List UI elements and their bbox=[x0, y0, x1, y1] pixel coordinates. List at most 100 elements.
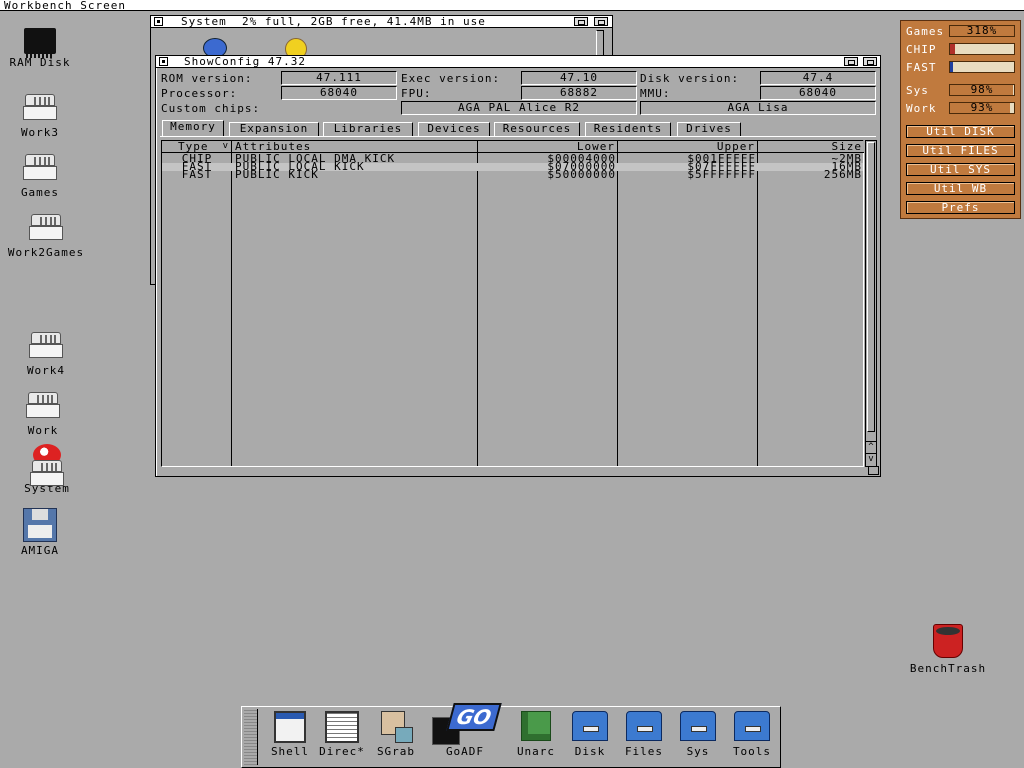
directory-icon bbox=[325, 711, 359, 743]
dock-item-sgrab[interactable]: SGrab bbox=[370, 711, 422, 758]
screen-title-bar: Workbench Screen bbox=[0, 0, 1024, 12]
desktop-icon-benchtrash[interactable]: BenchTrash bbox=[908, 624, 988, 675]
close-icon[interactable] bbox=[154, 17, 163, 26]
dock-item-label: Shell bbox=[270, 745, 310, 758]
exec-version-value: 47.10 bbox=[521, 71, 637, 85]
desktop-icon-label: Work bbox=[27, 424, 59, 437]
processor-value: 68040 bbox=[281, 86, 397, 100]
scroll-down-icon[interactable]: v bbox=[866, 453, 876, 464]
desktop-icon-system[interactable]: System bbox=[7, 444, 87, 495]
tab-drives[interactable]: Drives bbox=[677, 122, 741, 136]
depth-icon[interactable] bbox=[594, 17, 608, 26]
cell-attributes: PUBLIC KICK bbox=[235, 168, 319, 181]
table-row[interactable]: FAST PUBLIC KICK $50000000 $5FFFFFFF 256… bbox=[162, 168, 863, 181]
column-divider bbox=[757, 153, 758, 466]
gauge-games: 318% bbox=[949, 25, 1015, 37]
gauge-chip bbox=[949, 43, 1015, 55]
scrollbar-knob[interactable] bbox=[867, 142, 875, 432]
drawer-icon bbox=[734, 711, 770, 741]
desktop-icon-ram-disk[interactable]: RAM Disk bbox=[0, 28, 80, 69]
util-sys-button[interactable]: Util SYS bbox=[906, 163, 1015, 176]
column-divider bbox=[231, 153, 232, 466]
goadf-icon: GO bbox=[430, 703, 502, 745]
dock-item-sys[interactable]: Sys bbox=[672, 711, 724, 758]
dock-item-label: GoADF bbox=[445, 745, 485, 758]
harddisk-icon bbox=[29, 332, 63, 362]
shell-icon bbox=[274, 711, 306, 743]
cell-size: 256MB bbox=[823, 168, 862, 181]
custom-chips-label: Custom chips: bbox=[161, 102, 261, 115]
dock-item-unarc[interactable]: Unarc bbox=[510, 711, 562, 758]
dock-item-label: Sys bbox=[686, 745, 710, 758]
showconfig-titlebar[interactable]: ShowConfig 47.32 bbox=[156, 55, 880, 68]
desktop-icon-label: BenchTrash bbox=[909, 662, 987, 675]
tab-divider bbox=[160, 136, 876, 137]
rom-version-label: ROM version: bbox=[161, 72, 253, 85]
harddisk-icon bbox=[29, 214, 63, 244]
scroll-up-icon[interactable]: ^ bbox=[866, 441, 876, 452]
harddisk-icon bbox=[30, 460, 64, 490]
desktop-icon-work4[interactable]: Work4 bbox=[6, 332, 86, 377]
desktop-icon-amiga[interactable]: AMIGA bbox=[0, 508, 80, 557]
desktop-icon-label: Work3 bbox=[20, 126, 60, 139]
dock-item-shell[interactable]: Shell bbox=[264, 711, 316, 758]
dock-item-label: Unarc bbox=[516, 745, 556, 758]
desktop-icon-label: AMIGA bbox=[20, 544, 60, 557]
desktop-icon-games[interactable]: Games bbox=[0, 154, 80, 199]
system-window-title: System 2% full, 2GB free, 41.4MB in use bbox=[181, 15, 486, 28]
gauge-value: 318% bbox=[966, 24, 998, 37]
column-divider bbox=[477, 153, 478, 466]
tab-memory[interactable]: Memory bbox=[162, 120, 224, 136]
dock-grip-handle[interactable] bbox=[244, 709, 258, 765]
desktop-icon-work2games[interactable]: Work2Games bbox=[6, 214, 86, 259]
system-window-titlebar[interactable]: System 2% full, 2GB free, 41.4MB in use bbox=[151, 15, 612, 28]
trash-icon bbox=[933, 624, 963, 658]
gauge-label-fast: FAST bbox=[906, 61, 937, 74]
dock-item-label: Direc* bbox=[319, 745, 365, 758]
cell-upper: $5FFFFFFF bbox=[687, 168, 756, 181]
gauge-value: 93% bbox=[970, 101, 994, 114]
dock-item-files[interactable]: Files bbox=[618, 711, 670, 758]
tab-resources[interactable]: Resources bbox=[494, 122, 580, 136]
close-icon[interactable] bbox=[159, 57, 168, 66]
gauge-label-games: Games bbox=[906, 25, 945, 38]
tab-libraries[interactable]: Libraries bbox=[323, 122, 413, 136]
tab-residents[interactable]: Residents bbox=[585, 122, 671, 136]
gauge-label-sys: Sys bbox=[906, 84, 929, 97]
zoom-icon[interactable] bbox=[844, 57, 858, 66]
util-wb-button[interactable]: Util WB bbox=[906, 182, 1015, 195]
zoom-icon[interactable] bbox=[574, 17, 588, 26]
disk-version-label: Disk version: bbox=[640, 72, 740, 85]
desktop-icon-label: Work2Games bbox=[7, 246, 85, 259]
disk-version-value: 47.4 bbox=[760, 71, 876, 85]
cell-type: FAST bbox=[181, 168, 213, 181]
mmu-value: 68040 bbox=[760, 86, 876, 100]
util-files-button[interactable]: Util FILES bbox=[906, 144, 1015, 157]
gauge-label-work: Work bbox=[906, 102, 937, 115]
memory-table-scrollbar[interactable]: ^ v bbox=[865, 140, 877, 467]
resize-handle-icon[interactable] bbox=[868, 466, 879, 475]
dock-item-tools[interactable]: Tools bbox=[726, 711, 778, 758]
prefs-button[interactable]: Prefs bbox=[906, 201, 1015, 214]
dock-item-directory[interactable]: Direc* bbox=[316, 711, 368, 758]
harddisk-icon bbox=[23, 94, 57, 124]
dock-item-goadf[interactable]: GO GoADF bbox=[424, 703, 506, 758]
fpu-label: FPU: bbox=[401, 87, 432, 100]
tab-devices[interactable]: Devices bbox=[418, 122, 490, 136]
floppy-icon bbox=[23, 508, 57, 542]
mmu-label: MMU: bbox=[640, 87, 671, 100]
exec-version-label: Exec version: bbox=[401, 72, 501, 85]
dock-item-disk[interactable]: Disk bbox=[564, 711, 616, 758]
dock-item-label: Files bbox=[624, 745, 664, 758]
memory-table[interactable]: Type v Attributes Lower Upper Size CHIP … bbox=[161, 140, 864, 467]
util-disk-button[interactable]: Util DISK bbox=[906, 125, 1015, 138]
gauge-sys: 98% bbox=[949, 84, 1015, 96]
depth-icon[interactable] bbox=[863, 57, 877, 66]
showconfig-window[interactable]: ShowConfig 47.32 ROM version: 47.111 Exe… bbox=[155, 55, 881, 477]
gauge-value: 98% bbox=[970, 83, 994, 96]
column-divider bbox=[617, 153, 618, 466]
desktop-icon-work[interactable]: Work bbox=[3, 392, 83, 437]
status-panel: Games 318% CHIP FAST Sys 98% Work 93% Ut… bbox=[900, 20, 1021, 219]
desktop-icon-work3[interactable]: Work3 bbox=[0, 94, 80, 139]
tab-expansion[interactable]: Expansion bbox=[229, 122, 319, 136]
